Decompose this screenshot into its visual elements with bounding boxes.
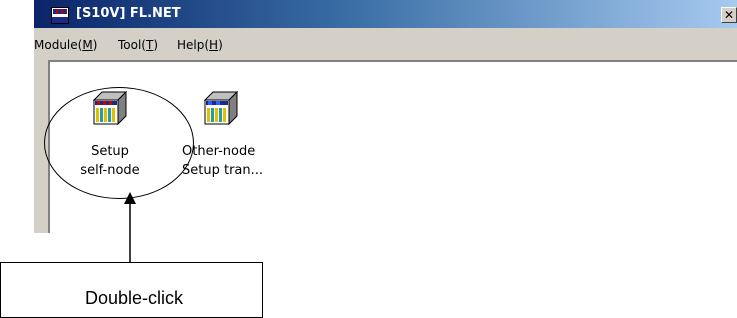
callout-text: Double-click [84,288,184,308]
menu-module[interactable]: Module(M) [34,38,97,52]
menu-help[interactable]: Help(H) [177,38,223,52]
window-title: [S10V] FL.NET [76,6,181,21]
other-node-label-1: Other-node [182,144,256,159]
title-bar: [S10V] FL.NET ✕ [34,0,737,28]
highlight-ellipse [44,87,194,199]
other-node-setup-icon[interactable] [203,90,239,126]
close-button[interactable]: ✕ [721,7,737,23]
app-icon [51,7,69,24]
other-node-label-2: Setup tran... [182,163,264,178]
callout-arrow-icon [124,192,136,264]
menu-bar: Module(M) Tool(T) Help(H) [34,32,737,54]
menu-tool[interactable]: Tool(T) [118,38,158,52]
